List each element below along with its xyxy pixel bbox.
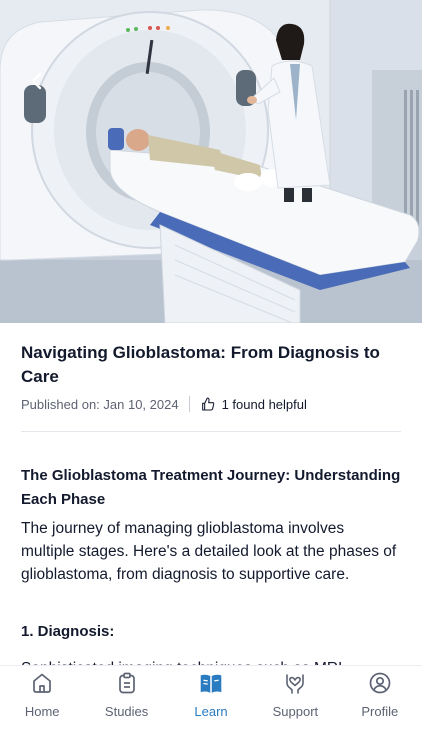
book-icon <box>198 670 224 696</box>
article-paragraph: The journey of managing glioblastoma inv… <box>21 520 397 583</box>
article-meta: Published on: Jan 10, 2024 1 found helpf… <box>21 395 307 413</box>
nav-studies[interactable]: Studies <box>84 666 168 751</box>
chevron-left-icon <box>31 72 42 90</box>
nav-learn-label: Learn <box>194 704 228 719</box>
nav-home[interactable]: Home <box>0 666 84 751</box>
nav-profile-label: Profile <box>361 704 399 719</box>
clipboard-icon <box>114 670 140 696</box>
article-paragraph-continued: Sophisticated imaging techniques such as… <box>21 657 401 665</box>
back-button[interactable] <box>22 66 52 96</box>
home-icon <box>29 670 55 696</box>
helpful-count: 1 found helpful <box>221 396 307 412</box>
article-content: Navigating Glioblastoma: From Diagnosis … <box>0 323 422 665</box>
nav-studies-label: Studies <box>104 704 149 719</box>
meta-divider <box>188 396 190 412</box>
helpful-button[interactable]: 1 found helpful <box>200 396 307 412</box>
nav-learn[interactable]: Learn <box>169 666 253 751</box>
nav-support[interactable]: Support <box>253 666 337 751</box>
mri-scanner-illustration <box>0 0 422 323</box>
published-date: Published on: Jan 10, 2024 <box>21 396 179 412</box>
profile-icon <box>367 670 393 696</box>
nav-home-label: Home <box>24 704 60 719</box>
nav-profile[interactable]: Profile <box>338 666 422 751</box>
support-hands-icon <box>282 670 308 696</box>
content-divider <box>21 431 401 432</box>
bottom-navigation: Home Studies Learn Support Profile <box>0 665 422 751</box>
subsection-heading: 1. Diagnosis: <box>21 623 115 640</box>
article-title: Navigating Glioblastoma: From Diagnosis … <box>21 343 380 386</box>
thumbs-up-icon <box>201 397 214 411</box>
nav-support-label: Support <box>272 704 319 719</box>
hero-image <box>0 0 422 323</box>
section-heading: The Glioblastoma Treatment Journey: Unde… <box>21 467 401 508</box>
